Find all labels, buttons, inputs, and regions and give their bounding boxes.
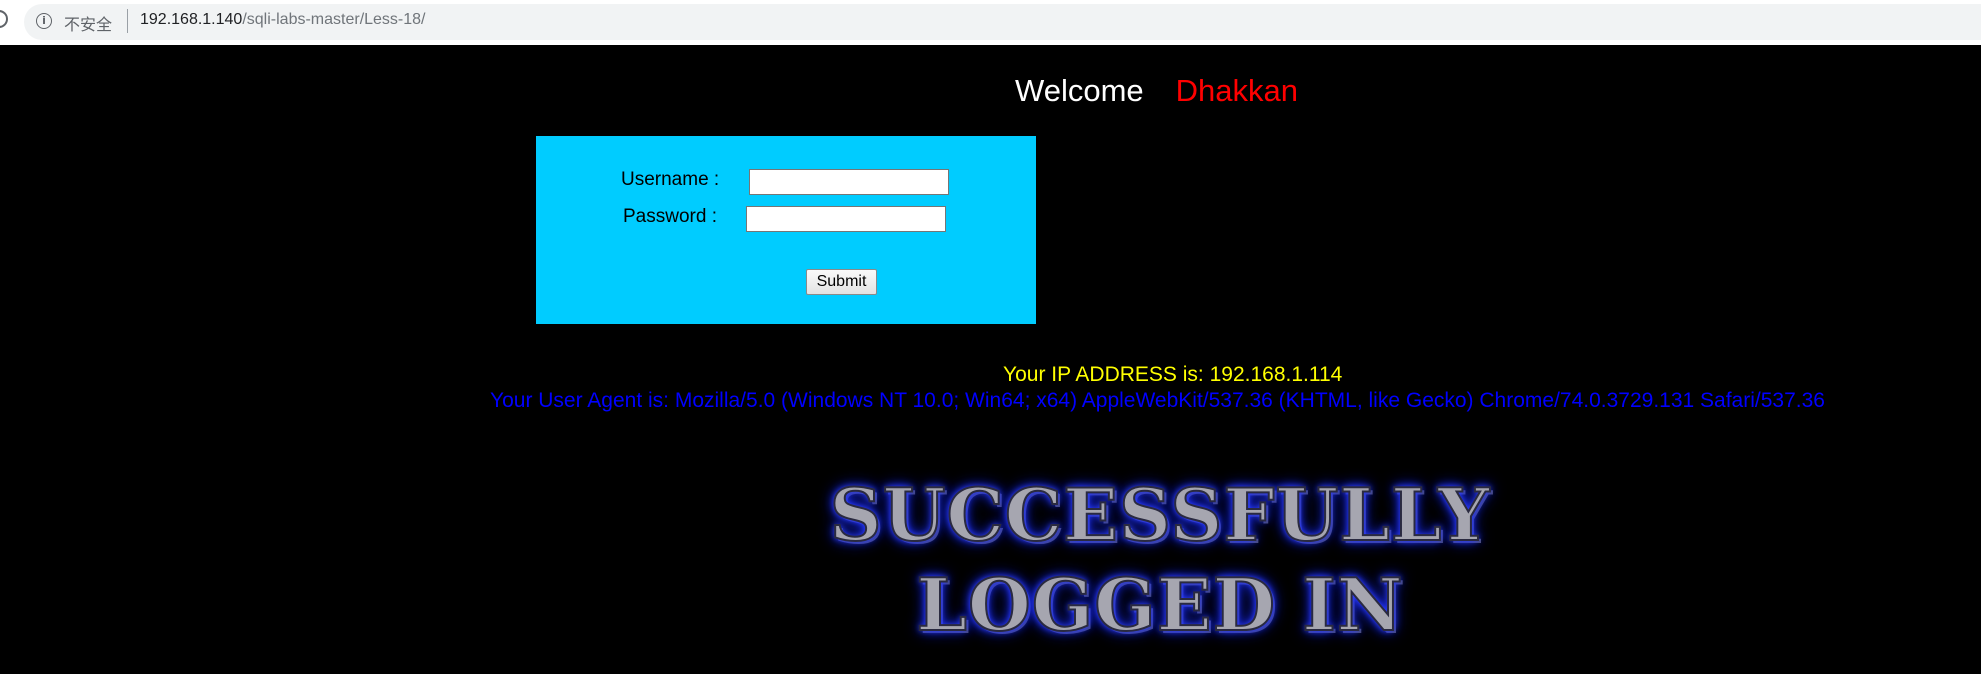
url-path: /sqli-labs-master/Less-18/ — [242, 11, 426, 28]
page-content: Welcome Dhakkan Username : Password : Sub… — [0, 45, 1981, 674]
submit-button[interactable]: Submit — [806, 269, 877, 295]
password-label: Password : — [623, 206, 717, 227]
url-host: 192.168.1.140 — [140, 11, 243, 28]
banner-line-2: LOGGED IN — [915, 561, 1404, 648]
username-input[interactable] — [749, 169, 949, 195]
security-label[interactable]: 不安全 — [64, 11, 112, 35]
success-banner-image: SUCCESSFULLY LOGGED IN — [760, 462, 1560, 672]
address-separator — [127, 9, 128, 33]
ip-address-text: Your IP ADDRESS is: 192.168.1.114 — [1003, 363, 1343, 386]
password-input[interactable] — [746, 206, 946, 232]
banner-line-1: SUCCESSFULLY — [829, 471, 1491, 558]
reload-icon[interactable] — [0, 10, 8, 28]
welcome-text: Welcome — [1015, 73, 1144, 108]
username-label: Username : — [621, 169, 720, 190]
login-form: Username : Password : Submit — [536, 136, 1036, 324]
info-icon[interactable]: i — [36, 13, 52, 29]
user-agent-text: Your User Agent is: Mozilla/5.0 (Windows… — [490, 389, 1825, 412]
welcome-heading: Welcome Dhakkan — [1015, 73, 1298, 109]
url-text[interactable]: 192.168.1.140/sqli-labs-master/Less-18/ — [140, 11, 426, 29]
browser-toolbar: i 不安全 192.168.1.140/sqli-labs-master/Les… — [0, 0, 1981, 45]
welcome-name: Dhakkan — [1175, 73, 1298, 108]
